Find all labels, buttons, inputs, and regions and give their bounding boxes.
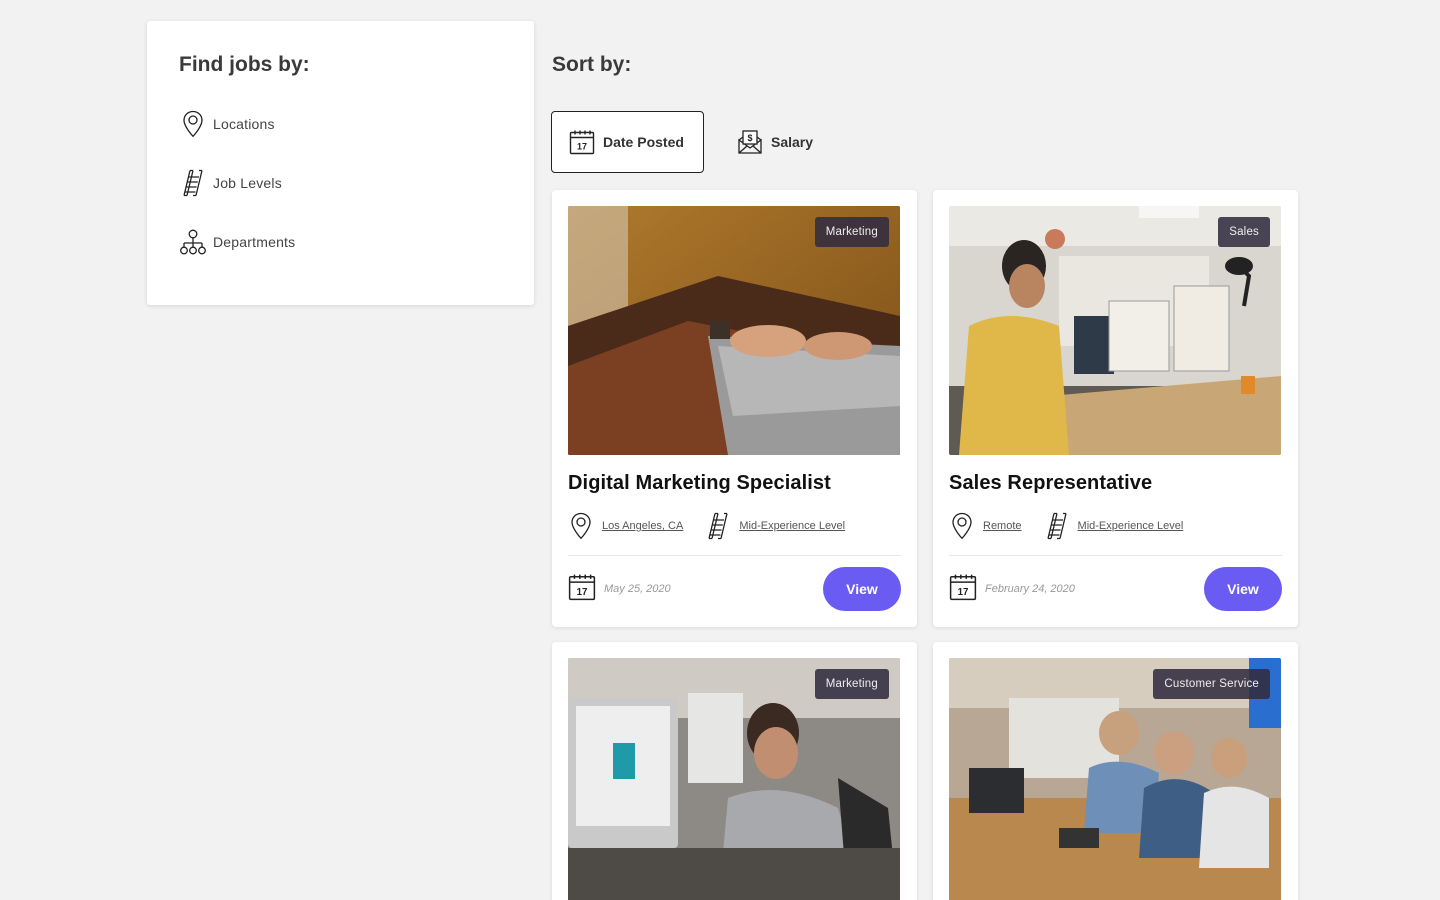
category-badge: Marketing (814, 669, 889, 699)
job-photo[interactable]: Sales (949, 206, 1281, 455)
category-badge: Customer Service (1153, 669, 1270, 699)
job-card: Marketing (552, 642, 917, 900)
sort-date-posted-button[interactable]: 17 Date Posted (551, 111, 704, 173)
ladder-icon (1044, 511, 1070, 541)
sort-date-posted-label: Date Posted (603, 134, 684, 150)
job-level-link[interactable]: Mid-Experience Level (739, 520, 845, 532)
sort-salary-button[interactable]: $ Salary (736, 111, 813, 173)
calendar-icon: 17 (568, 128, 596, 156)
ladder-icon (179, 168, 207, 198)
job-photo[interactable]: Customer Service (949, 658, 1281, 900)
calendar-icon-text: 17 (577, 142, 587, 152)
svg-text:$: $ (747, 133, 752, 143)
job-card: Marketing Digital Marketing Specialist L… (552, 190, 917, 627)
filter-departments[interactable]: Departments (179, 225, 502, 259)
divider (568, 555, 901, 556)
view-button[interactable]: View (823, 567, 901, 611)
money-envelope-icon: $ (736, 128, 764, 156)
job-location-link[interactable]: Los Angeles, CA (602, 520, 683, 532)
calendar-icon-text: 17 (577, 587, 588, 598)
filter-departments-label: Departments (213, 234, 296, 250)
map-pin-icon (179, 109, 207, 139)
job-photo[interactable]: Marketing (568, 658, 900, 900)
filter-panel: Find jobs by: Locations Job Levels Depar… (147, 21, 534, 305)
job-photo[interactable]: Marketing (568, 206, 900, 455)
posted-date: February 24, 2020 (985, 583, 1075, 595)
map-pin-icon (949, 511, 975, 541)
filter-heading: Find jobs by: (179, 53, 310, 76)
job-card: Sales Sales Representative Remote Mid-Ex… (933, 190, 1298, 627)
category-badge: Sales (1218, 217, 1270, 247)
divider (949, 555, 1282, 556)
filter-job-levels[interactable]: Job Levels (179, 166, 502, 200)
calendar-icon: 17 (949, 573, 977, 606)
job-level-link[interactable]: Mid-Experience Level (1078, 520, 1184, 532)
org-chart-icon (179, 227, 207, 257)
calendar-icon: 17 (568, 573, 596, 606)
sort-salary-label: Salary (771, 134, 814, 150)
job-footer: 17 February 24, 2020 View (949, 567, 1282, 611)
view-button[interactable]: View (1204, 567, 1282, 611)
job-meta: Los Angeles, CA Mid-Experience Level (568, 511, 901, 541)
job-card: Customer Service (933, 642, 1298, 900)
job-title: Sales Representative (949, 472, 1153, 494)
job-meta: Remote Mid-Experience Level (949, 511, 1282, 541)
map-pin-icon (568, 511, 594, 541)
ladder-icon (705, 511, 731, 541)
filter-job-levels-label: Job Levels (213, 175, 282, 191)
sort-heading: Sort by: (552, 53, 632, 76)
job-location-link[interactable]: Remote (983, 520, 1022, 532)
filter-locations-label: Locations (213, 116, 275, 132)
job-title: Digital Marketing Specialist (568, 472, 831, 494)
calendar-icon-text: 17 (958, 587, 969, 598)
filter-locations[interactable]: Locations (179, 107, 502, 141)
category-badge: Marketing (814, 217, 889, 247)
job-footer: 17 May 25, 2020 View (568, 567, 901, 611)
posted-date: May 25, 2020 (604, 583, 671, 595)
